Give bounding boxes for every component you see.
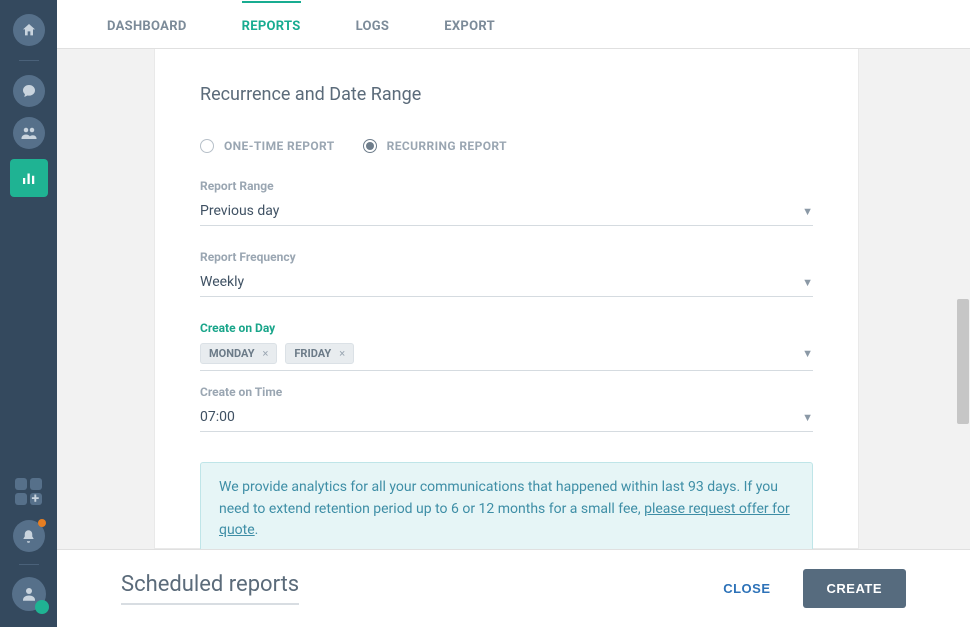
top-tabs: DASHBOARD REPORTS LOGS EXPORT (57, 0, 970, 49)
field-report-range: Report Range Previous day ▼ (200, 179, 813, 226)
scrollbar-track (956, 49, 970, 549)
tab-export[interactable]: EXPORT (444, 1, 495, 48)
tab-dashboard[interactable]: DASHBOARD (107, 1, 187, 48)
select-value: Weekly (200, 274, 244, 290)
tab-reports[interactable]: REPORTS (242, 1, 301, 48)
chat-icon (21, 83, 37, 99)
chip-friday: FRIDAY × (285, 343, 354, 364)
chevron-down-icon: ▼ (802, 276, 813, 289)
select-create-on-time[interactable]: 07:00 ▼ (200, 403, 813, 432)
radio-label: RECURRING REPORT (387, 139, 507, 153)
radio-label: ONE-TIME REPORT (224, 139, 335, 153)
scrollbar-thumb[interactable] (957, 299, 969, 424)
sidebar-item-home[interactable] (13, 14, 45, 46)
chip-label: MONDAY (209, 347, 255, 360)
radio-recurring-report[interactable]: RECURRING REPORT (363, 139, 507, 153)
sidebar-item-apps[interactable] (13, 476, 45, 508)
radio-icon (363, 139, 377, 153)
sidebar-item-chat[interactable] (13, 75, 45, 107)
chip-list: MONDAY × FRIDAY × (200, 343, 354, 364)
select-create-on-day[interactable]: MONDAY × FRIDAY × ▼ (200, 339, 813, 371)
chevron-down-icon: ▼ (802, 205, 813, 218)
sidebar-bottom-group (12, 476, 46, 627)
info-text-after: . (255, 522, 259, 538)
sidebar-item-profile[interactable] (12, 577, 46, 611)
report-config-card: Recurrence and Date Range ONE-TIME REPOR… (154, 49, 859, 549)
app-sidebar (0, 0, 57, 627)
sidebar-item-notifications[interactable] (13, 520, 45, 552)
field-label: Report Range (200, 179, 813, 193)
section-title: Recurrence and Date Range (200, 84, 813, 105)
users-icon (20, 124, 38, 142)
footer-bar: Scheduled reports CLOSE CREATE (57, 549, 970, 627)
field-label: Create on Time (200, 385, 813, 399)
bar-chart-icon (20, 169, 38, 187)
close-button[interactable]: CLOSE (707, 571, 786, 606)
sidebar-divider (19, 60, 39, 61)
sidebar-item-users[interactable] (13, 117, 45, 149)
field-report-frequency: Report Frequency Weekly ▼ (200, 250, 813, 297)
report-type-radio-group: ONE-TIME REPORT RECURRING REPORT (200, 139, 813, 153)
chevron-down-icon: ▼ (802, 347, 813, 360)
chip-monday: MONDAY × (200, 343, 277, 364)
home-icon (21, 22, 37, 38)
user-icon (20, 585, 38, 603)
select-report-range[interactable]: Previous day ▼ (200, 197, 813, 226)
sidebar-item-analytics[interactable] (10, 159, 48, 197)
chevron-down-icon: ▼ (802, 411, 813, 424)
field-create-on-day: Create on Day MONDAY × FRIDAY × ▼ (200, 321, 813, 371)
notification-badge (38, 519, 46, 527)
tab-logs[interactable]: LOGS (356, 1, 390, 48)
remove-chip-icon[interactable]: × (339, 347, 345, 360)
field-label: Report Frequency (200, 250, 813, 264)
radio-icon (200, 139, 214, 153)
field-label: Create on Day (200, 321, 813, 335)
remove-chip-icon[interactable]: × (263, 347, 269, 360)
content-area: Recurrence and Date Range ONE-TIME REPOR… (57, 49, 956, 549)
select-value: 07:00 (200, 409, 235, 425)
select-value: Previous day (200, 203, 279, 219)
bell-icon (21, 529, 36, 544)
gear-icon (35, 600, 49, 614)
retention-info-box: We provide analytics for all your commun… (200, 462, 813, 549)
chip-label: FRIDAY (294, 347, 331, 360)
field-create-on-time: Create on Time 07:00 ▼ (200, 385, 813, 432)
select-report-frequency[interactable]: Weekly ▼ (200, 268, 813, 297)
radio-one-time-report[interactable]: ONE-TIME REPORT (200, 139, 335, 153)
sidebar-divider (19, 564, 39, 565)
footer-title: Scheduled reports (121, 572, 299, 605)
create-button[interactable]: CREATE (803, 569, 906, 608)
